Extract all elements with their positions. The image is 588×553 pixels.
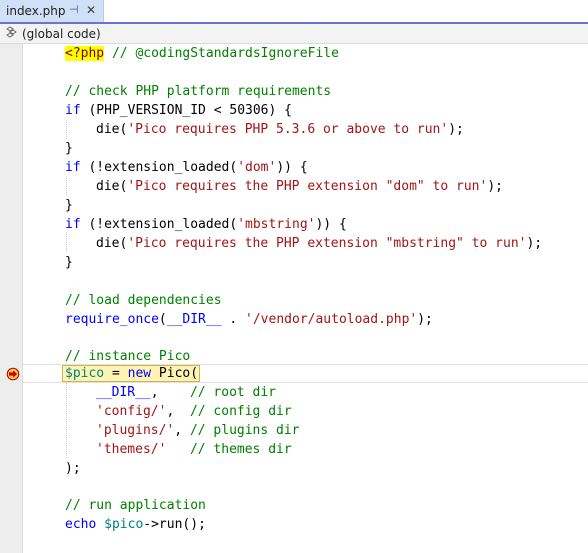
code-line[interactable]: 'config/', // config dir [96, 402, 292, 421]
code-line[interactable]: if (!extension_loaded('mbstring')) { [65, 215, 347, 234]
code-line[interactable]: } [65, 196, 73, 215]
tab-index-php[interactable]: index.php ⊣ ✕ [0, 0, 104, 23]
code-line[interactable]: echo $pico->run(); [65, 515, 206, 534]
scope-navigation-bar[interactable]: (global code) [0, 24, 588, 44]
scope-icon [5, 25, 19, 44]
code-line[interactable]: die('Pico requires the PHP extension "mb… [96, 234, 542, 253]
code-line[interactable]: <?php // @codingStandardsIgnoreFile [65, 44, 339, 63]
code-line[interactable]: } [65, 139, 73, 158]
code-line[interactable]: // load dependencies [65, 291, 222, 310]
close-icon[interactable]: ✕ [86, 3, 96, 17]
code-line[interactable]: 'themes/' // themes dir [96, 440, 292, 459]
document-tab-strip: index.php ⊣ ✕ [0, 0, 588, 24]
code-editor[interactable]: <?php // @codingStandardsIgnoreFile // c… [0, 44, 588, 553]
indent-guide [66, 176, 67, 195]
code-line[interactable]: __DIR__, // root dir [96, 383, 276, 402]
code-line[interactable]: die('Pico requires PHP 5.3.6 or above to… [96, 120, 464, 139]
scope-label: (global code) [22, 27, 101, 41]
indent-guide [66, 383, 67, 458]
code-line[interactable]: require_once(__DIR__ . '/vendor/autoload… [65, 310, 433, 329]
code-line[interactable]: 'plugins/', // plugins dir [96, 421, 300, 440]
code-line[interactable]: die('Pico requires the PHP extension "do… [96, 177, 503, 196]
current-statement-border [62, 365, 200, 382]
code-line[interactable]: if (!extension_loaded('dom')) { [65, 158, 308, 177]
code-line[interactable]: } [65, 253, 73, 272]
margin-separator [22, 44, 23, 553]
code-line[interactable]: ); [65, 459, 81, 478]
indent-guide [66, 120, 67, 139]
tab-title: index.php [6, 4, 66, 18]
code-line[interactable]: // run application [65, 496, 206, 515]
code-line[interactable]: // check PHP platform requirements [65, 82, 331, 101]
indicator-margin[interactable] [0, 44, 22, 553]
code-line[interactable]: if (PHP_VERSION_ID < 50306) { [65, 101, 292, 120]
pin-icon[interactable]: ⊣ [69, 3, 79, 16]
indent-guide [66, 232, 67, 251]
current-statement-arrow-icon[interactable] [6, 367, 20, 381]
